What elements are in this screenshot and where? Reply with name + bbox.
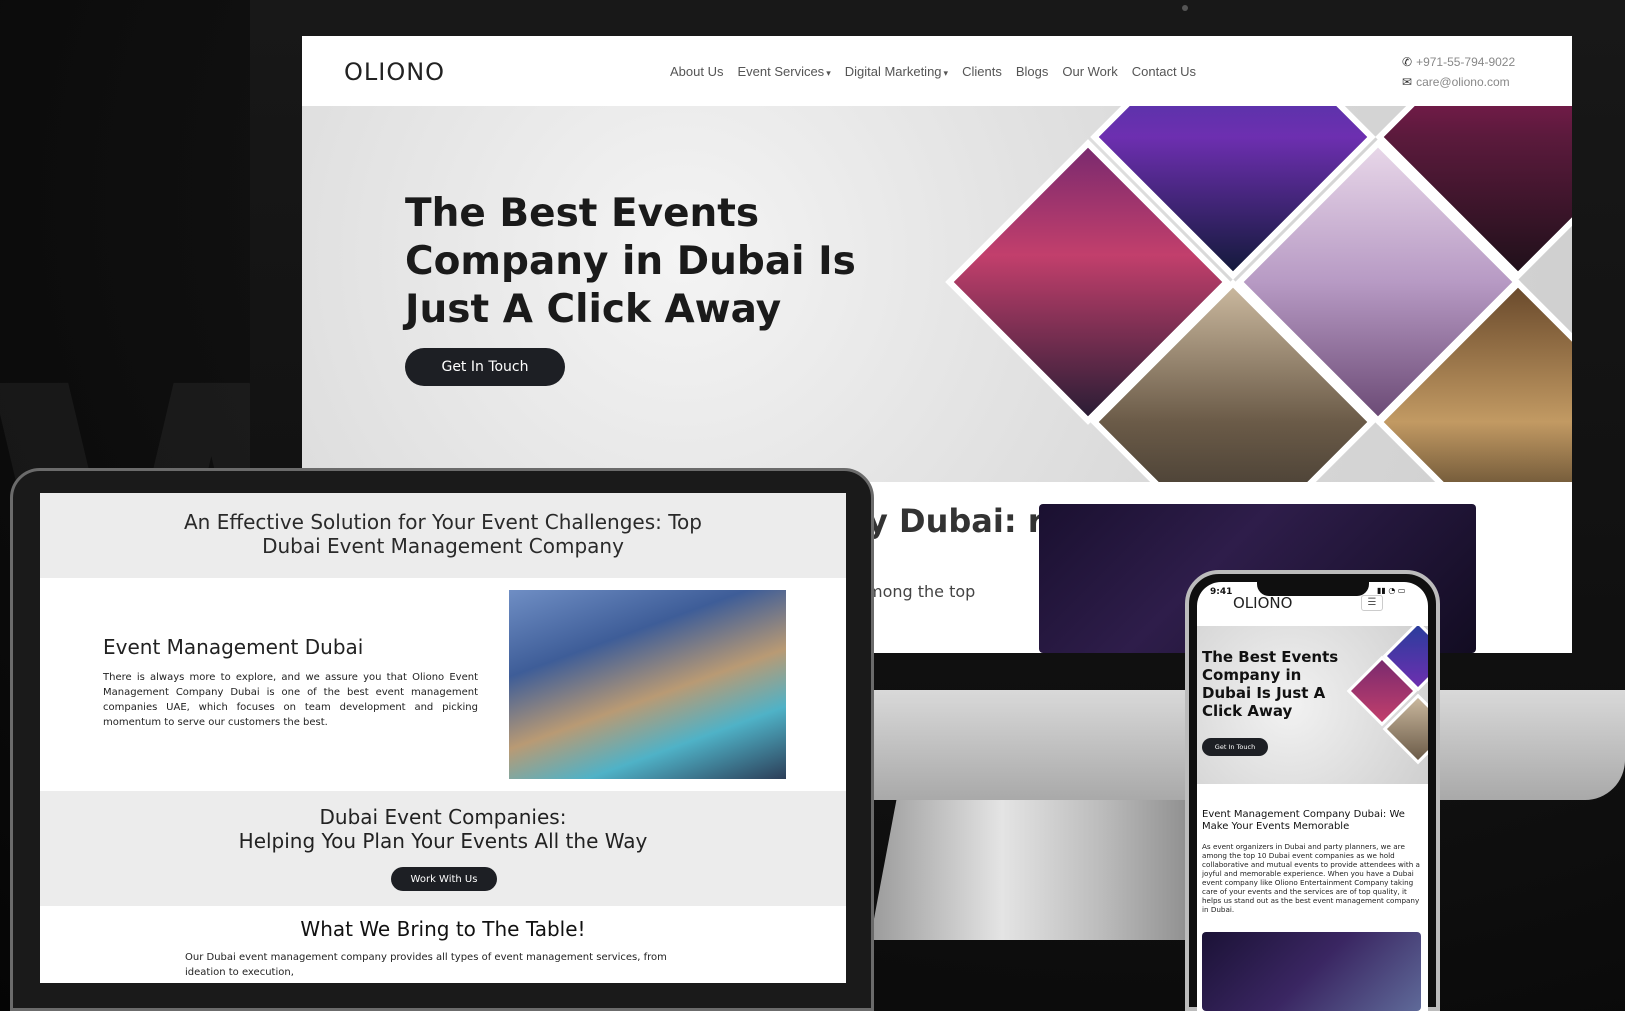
hero-title: The Best Events Company in Dubai Is Just… (405, 191, 856, 332)
hamburger-icon[interactable]: ☰ (1361, 595, 1383, 611)
site-logo[interactable]: OLIONO (344, 58, 445, 86)
site-header: OLIONO About Us Event Services ▾ Digital … (302, 36, 1572, 106)
work-with-us-button[interactable]: Work With Us (391, 867, 497, 891)
desktop-lower-text: mong the top (867, 582, 976, 601)
tablet-event-management-text: There is always more to explore, and we … (103, 672, 478, 728)
nav-item-event-services[interactable]: Event Services ▾ (737, 64, 830, 79)
contact-info: ✆ +971-55-794-9022 ✉ care@oliono.com (1402, 52, 1515, 92)
nav-item-label: Event Services (737, 64, 825, 79)
caret-down-icon: ▾ (943, 68, 949, 78)
monitor-stand (870, 800, 1200, 940)
hero-section: The Best Events Company in Dubai Is Just… (302, 106, 1572, 482)
contact-email[interactable]: ✉ care@oliono.com (1402, 72, 1515, 92)
email-address: care@oliono.com (1416, 75, 1510, 89)
nav-item-our-work[interactable]: Our Work (1062, 64, 1117, 79)
monitor-camera (1182, 5, 1188, 11)
nav-item-blogs[interactable]: Blogs (1016, 64, 1049, 79)
nav-item-label: Blogs (1015, 64, 1049, 79)
phone-site-logo[interactable]: OLIONO (1233, 594, 1292, 612)
tablet-companies-section: Dubai Event Companies: Helping You Plan … (40, 791, 846, 906)
tablet-table-section: What We Bring to The Table! Our Dubai ev… (40, 906, 846, 983)
phone-section-text: As event organizers in Dubai and party p… (1202, 842, 1420, 914)
phone-get-in-touch-button[interactable]: Get In Touch (1202, 738, 1268, 756)
status-time: 9:41 (1210, 587, 1233, 597)
phone-number: +971-55-794-9022 (1416, 55, 1516, 69)
signal-wifi-battery-icon: ▮▮ ◔ ▭ (1377, 586, 1406, 595)
get-in-touch-button[interactable]: Get In Touch (405, 348, 565, 386)
nav-item-label: Contact Us (1131, 64, 1197, 79)
phone-hero: The Best Events Company in Dubai Is Just… (1197, 626, 1428, 784)
tablet-table-title: What We Bring to The Table! (300, 917, 586, 941)
phone-hero-title: The Best Events Company in Dubai Is Just… (1202, 648, 1339, 720)
nav-item-about-us[interactable]: About Us (670, 64, 723, 79)
hero-collage (857, 106, 1572, 482)
tablet-event-management-heading: Event Management Dubai (103, 635, 364, 659)
nav-item-label: Our Work (1062, 64, 1118, 79)
tablet-table-text: Our Dubai event management company provi… (185, 952, 667, 978)
nav-item-label: Digital Marketing (844, 64, 942, 79)
contact-phone[interactable]: ✆ +971-55-794-9022 (1402, 52, 1515, 72)
tablet-screen: An Effective Solution for Your Event Cha… (40, 493, 846, 983)
nav-item-label: About Us (670, 64, 724, 79)
nav-item-clients[interactable]: Clients (962, 64, 1002, 79)
envelope-icon: ✉ (1402, 75, 1413, 89)
phone-event-image (1202, 932, 1421, 1011)
main-nav: About Us Event Services ▾ Digital Marketi… (670, 64, 1196, 79)
nav-item-contact-us[interactable]: Contact Us (1132, 64, 1196, 79)
phone-screen: 9:41 ▮▮ ◔ ▭ OLIONO ☰ The Best Events Com… (1197, 582, 1428, 1011)
tablet-event-management-section: Event Management Dubai There is always m… (40, 578, 846, 791)
phone-section-heading: Event Management Company Dubai: We Make … (1202, 809, 1405, 832)
tablet-intro-title: An Effective Solution for Your Event Cha… (184, 510, 702, 558)
nav-item-label: Clients (962, 64, 1002, 79)
nav-item-digital-marketing[interactable]: Digital Marketing ▾ (845, 64, 948, 79)
caret-down-icon: ▾ (826, 68, 831, 78)
tablet-companies-title-line1: Dubai Event Companies: (319, 805, 567, 829)
tablet-companies-title-line2: Helping You Plan Your Events All the Way (238, 829, 648, 853)
tablet-companies-title: Dubai Event Companies: Helping You Plan … (40, 791, 846, 853)
tablet-intro-section: An Effective Solution for Your Event Cha… (40, 493, 846, 578)
phone-icon: ✆ (1402, 55, 1413, 69)
restaurant-image (509, 590, 786, 779)
